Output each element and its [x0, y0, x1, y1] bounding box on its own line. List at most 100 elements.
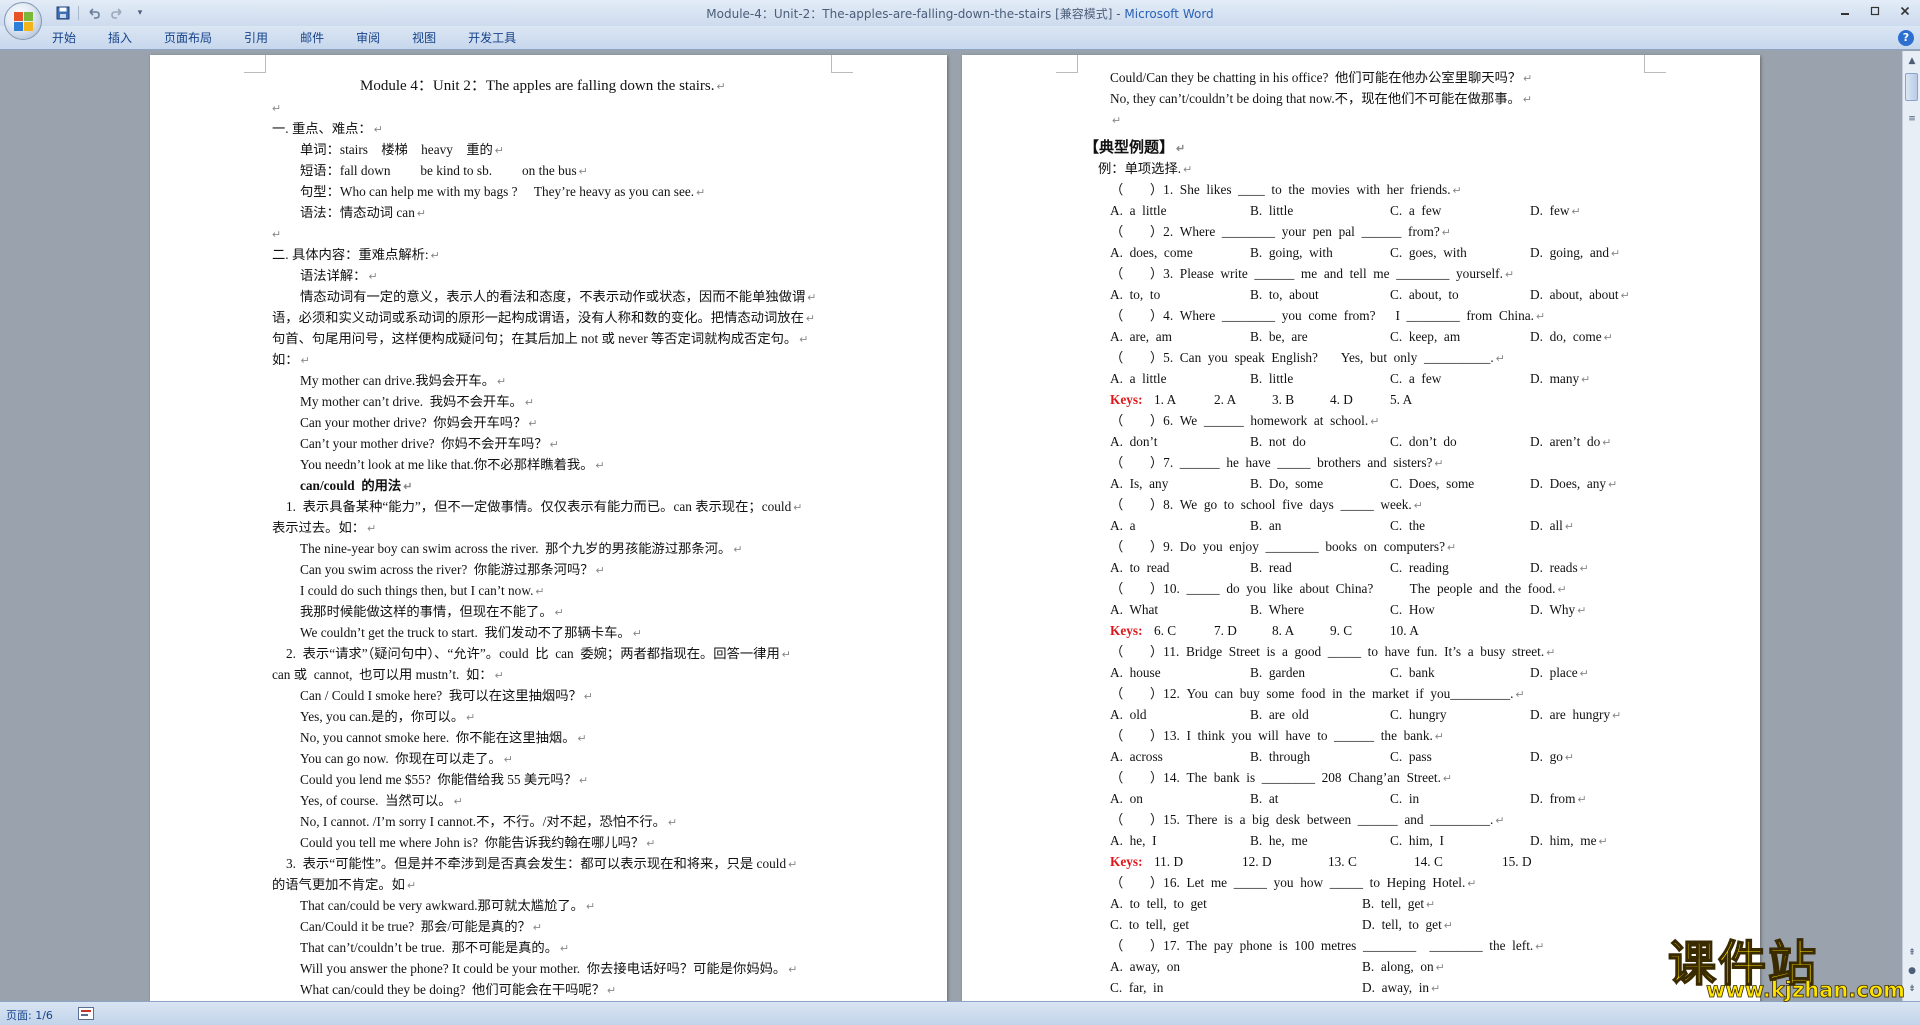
ribbon-tab[interactable]: 开发工具 [468, 30, 516, 46]
maximize-icon[interactable] [1860, 0, 1890, 22]
vertical-scrollbar[interactable]: ▲ ≡ ⇞ ● ⇟ [1902, 51, 1920, 1001]
text-line: No, they can’t/couldn’t be doing that no… [1110, 90, 1532, 108]
answer-option: B. he, me [1250, 832, 1308, 850]
line-text: You can go now. 你现在可以走了。 [300, 751, 502, 766]
section-title: 【典型例题】 ↵ [1084, 139, 1185, 157]
line-text: My mother can’t drive. 我妈不会开车。 [300, 394, 523, 409]
answer-option: B. Do, some [1250, 475, 1323, 493]
paragraph-mark: ↵ [781, 649, 791, 661]
scroll-thumb[interactable] [1905, 73, 1918, 101]
line-text: （ ）15. There is a big desk between _____… [1110, 812, 1494, 827]
paragraph-mark: ↵ [272, 103, 282, 115]
paragraph-mark: ↵ [579, 775, 589, 787]
paragraph-mark: ↵ [799, 334, 809, 346]
option-text: A. Is, any [1110, 476, 1169, 491]
text-line: 句型：Who can help me with my bags ? They’r… [300, 183, 705, 201]
browse-object-icon[interactable]: ● [1904, 963, 1920, 979]
line-text: Can your mother drive? 你妈会开车吗？ [300, 415, 527, 430]
text-line: 1. 表示具备某种“能力”，但不一定做事情。仅仅表示有能力而已。can 表示现在… [286, 498, 802, 516]
paragraph-mark: ↵ [406, 880, 417, 892]
paragraph-mark: ↵ [554, 607, 564, 619]
answer-option: B. to, about [1250, 286, 1319, 304]
prev-page-icon[interactable]: ⇞ [1904, 945, 1920, 961]
line-text: 【典型例题】 [1084, 140, 1175, 156]
question-stem: （ ）16. Let me _____ you how _____ to Hep… [1110, 874, 1477, 892]
title-bar: ▾ Module-4：Unit-2：The-apples-are-falling… [0, 0, 1920, 26]
text-line: ↵ [1110, 111, 1121, 129]
ribbon-tab[interactable]: 审阅 [356, 30, 380, 46]
text-line: 的语气更加不肯定。如 ↵ [272, 876, 416, 894]
option-text: A. a little [1110, 203, 1167, 218]
answer-option: C. the [1390, 517, 1425, 535]
text-line: 句首、句尾用问号，这样便构成疑问句；在其后加上 not 或 never 等否定词… [272, 330, 808, 348]
minimize-icon[interactable] [1830, 0, 1860, 22]
answer-option: A. does, come [1110, 244, 1193, 262]
line-text: （ ）16. Let me _____ you how _____ to Hep… [1110, 875, 1466, 890]
document-page-1[interactable]: Module 4：Unit 2：The apples are falling d… [150, 55, 947, 1001]
answer-option: C. reading [1390, 559, 1449, 577]
question-stem: （ ）17. The pay phone is 100 metres _____… [1110, 937, 1544, 955]
ribbon-tab[interactable]: 邮件 [300, 30, 324, 46]
line-text: No, you cannot smoke here. 你不能在这里抽烟。 [300, 730, 576, 745]
close-icon[interactable] [1890, 0, 1920, 22]
line-text: （ ）7. ______ he have _____ brothers and … [1110, 455, 1433, 470]
paragraph-mark: ↵ [1564, 521, 1575, 533]
line-text: The nine-year boy can swim across the ri… [300, 541, 732, 556]
ribbon-tab[interactable]: 引用 [244, 30, 268, 46]
text-line: ↵ [272, 99, 281, 117]
page-count[interactable]: 页面: 1/6 [6, 1007, 53, 1023]
line-text: （ ）11. Bridge Street is a good _____ to … [1110, 644, 1545, 659]
ribbon-tab[interactable]: 视图 [412, 30, 436, 46]
text-line: ↵ [272, 225, 281, 243]
office-button[interactable] [4, 2, 42, 40]
help-icon[interactable]: ? [1898, 30, 1914, 46]
text-line: No, you cannot smoke here. 你不能在这里抽烟。 ↵ [300, 729, 587, 747]
watermark-logo: 课件站 www.kjzhan.com [1667, 924, 1905, 1004]
text-line: 2. 表示“请求”（疑问句中）、“允许”。could 比 can 委婉；两者都指… [286, 645, 791, 663]
line-text: No, they can’t/couldn’t be doing that no… [1110, 91, 1521, 106]
line-text: Could/Can they be chatting in his office… [1110, 70, 1522, 85]
answer-key: 9. C [1330, 623, 1353, 638]
ribbon-tab[interactable]: 开始 [52, 30, 76, 46]
text-line: can/could 的用法 ↵ [300, 477, 412, 495]
option-text: D. do, come [1530, 329, 1602, 344]
crop-mark [1644, 55, 1666, 73]
answer-option: C. goes, with [1390, 244, 1467, 262]
paragraph-mark: ↵ [528, 418, 538, 430]
scroll-up-icon[interactable]: ▲ [1904, 53, 1920, 69]
answer-option: C. a few [1390, 370, 1441, 388]
option-text: D. many [1530, 371, 1580, 386]
answer-option: C. pass [1390, 748, 1432, 766]
option-text: A. don’t [1110, 434, 1158, 449]
option-text: C. far, in [1110, 980, 1164, 995]
ribbon-tab[interactable]: 插入 [108, 30, 132, 46]
ribbon-tab[interactable]: 页面布局 [164, 30, 212, 46]
crop-mark [1056, 55, 1078, 73]
option-text: D. aren’t do [1530, 434, 1601, 449]
answer-option: D. place ↵ [1530, 664, 1589, 682]
text-line: Could you tell me where John is? 你能告诉我约翰… [300, 834, 655, 852]
option-text: A. does, come [1110, 245, 1193, 260]
next-page-icon[interactable]: ⇟ [1904, 981, 1920, 997]
text-line: 我那时候能做这样的事情，但现在不能了。 ↵ [300, 603, 564, 621]
answer-option: A. away, on [1110, 958, 1180, 976]
line-text: can/could 的用法 [300, 478, 402, 493]
option-text: D. about, about [1530, 287, 1619, 302]
text-line: 语，必须和实义动词或系动词的原形一起构成谓语，没有人称和数的变化。把情态动词放在… [272, 309, 815, 327]
text-line: Can’t your mother drive? 你妈不会开车吗？ ↵ [300, 435, 559, 453]
answer-option: A. across [1110, 748, 1163, 766]
proofing-icon[interactable] [78, 1007, 94, 1020]
document-title: Module 4：Unit 2：The apples are falling d… [360, 78, 726, 94]
text-line: 语法：情态动词 can ↵ [300, 204, 426, 222]
answer-keys: Keys: [1110, 622, 1143, 640]
line-text: （ ）2. Where ________ your pen pal ______… [1110, 224, 1440, 239]
ruler-toggle-icon[interactable]: ≡ [1904, 111, 1920, 127]
text-line: Can / Could I smoke here? 我可以在这里抽烟吗？ ↵ [300, 687, 593, 705]
document-page-2[interactable]: Could/Can they be chatting in his office… [962, 55, 1760, 1001]
paragraph-mark: ↵ [1176, 143, 1186, 155]
option-text: B. along, on [1362, 959, 1434, 974]
line-text: Will you answer the phone? It could be y… [300, 961, 787, 976]
answer-option: C. keep, am [1390, 328, 1460, 346]
paragraph-mark: ↵ [1467, 878, 1477, 890]
crop-mark [831, 55, 853, 73]
